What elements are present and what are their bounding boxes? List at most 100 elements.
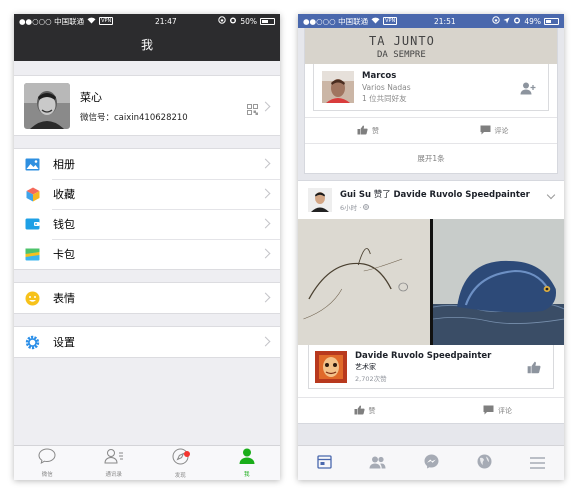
tab-news-feed[interactable] xyxy=(298,446,351,480)
chevron-right-icon xyxy=(260,218,271,229)
comment-button[interactable]: 评论 xyxy=(431,125,557,137)
feed-post: Gui Su 赞了 Davide Ruvolo Speedpainter 6小时… xyxy=(298,180,564,424)
globe-notifications-icon xyxy=(477,454,492,473)
favorites-cube-icon xyxy=(25,187,40,202)
post-target[interactable]: Davide Ruvolo Speedpainter xyxy=(394,190,530,200)
menu-item-label: 卡包 xyxy=(53,248,75,261)
tab-notifications[interactable] xyxy=(458,446,511,480)
settings-gear-icon xyxy=(25,335,40,350)
menu-item-album[interactable]: 相册 xyxy=(14,149,280,179)
whale-painting-image[interactable] xyxy=(432,219,564,345)
friend-suggestion-card: TA JUNTO DA SEMPRE Marcos Varios Nadas 1… xyxy=(304,28,558,174)
status-bar: ●●○○○ 中国联通 VPN 21:47 50% xyxy=(14,14,280,28)
like-label: 赞 xyxy=(368,406,376,415)
tab-friends[interactable] xyxy=(351,446,404,480)
battery-icon xyxy=(260,17,275,25)
facebook-screen: ●●○○○ 中国联通 VPN 21:51 49% TA JUNTO DA SEM… xyxy=(298,14,564,480)
add-friend-icon[interactable] xyxy=(520,80,536,95)
sketch-image[interactable] xyxy=(298,219,430,345)
me-person-icon xyxy=(239,448,255,468)
rotation-lock-icon xyxy=(218,16,227,26)
comment-icon xyxy=(483,405,494,417)
profile-row[interactable]: 菜心 微信号：caixin410628210 xyxy=(14,75,280,136)
avatar xyxy=(24,82,70,129)
chevron-right-icon xyxy=(260,248,271,259)
vpn-badge: VPN xyxy=(383,17,398,25)
wifi-icon xyxy=(371,17,380,26)
carrier: ●●○○○ 中国联通 xyxy=(303,16,369,26)
sticker-smile-icon xyxy=(25,291,40,306)
menu-item-label: 设置 xyxy=(53,336,75,349)
action-bar: 赞 评论 xyxy=(305,117,557,143)
news-feed-icon xyxy=(317,454,332,473)
friend-subtitle: Varios Nadas xyxy=(362,82,411,92)
friend-row[interactable]: Marcos Varios Nadas 1 位共同好友 xyxy=(314,64,548,110)
chevron-right-icon xyxy=(260,188,271,199)
tab-wechat[interactable]: 微信 xyxy=(14,446,81,480)
tab-label: 微信 xyxy=(41,472,53,478)
shared-photo-top[interactable]: TA JUNTO DA SEMPRE xyxy=(305,28,557,64)
menu-item-favorites[interactable]: 收藏 xyxy=(14,179,280,209)
menu-item-wallet[interactable]: 钱包 xyxy=(14,209,280,239)
friend-name[interactable]: Marcos xyxy=(362,71,411,81)
tab-label: 发现 xyxy=(174,472,186,479)
like-label: 赞 xyxy=(372,126,379,135)
chevron-right-icon xyxy=(260,101,271,112)
qr-code-icon[interactable] xyxy=(247,100,258,115)
thumbs-up-icon xyxy=(354,405,365,417)
location-icon xyxy=(503,17,510,26)
avatar xyxy=(322,71,354,103)
page-card[interactable]: Davide Ruvolo Speedpainter 艺术家 2,702次赞 xyxy=(308,345,554,389)
tab-label: 我 xyxy=(243,472,250,478)
chevron-right-icon xyxy=(260,158,271,169)
photo-album-icon xyxy=(25,157,40,172)
wechat-id: 微信号：caixin410628210 xyxy=(80,112,188,123)
like-page-icon[interactable] xyxy=(527,359,541,378)
like-button[interactable]: 赞 xyxy=(305,125,431,137)
menu-item-label: 表情 xyxy=(53,292,75,305)
thumbs-up-icon xyxy=(357,125,368,137)
tab-menu[interactable] xyxy=(511,446,564,480)
post-time: 6小时 · xyxy=(340,204,364,212)
mutual-friends: 1 位共同好友 xyxy=(362,93,407,103)
avatar[interactable] xyxy=(308,188,332,212)
comment-button[interactable]: 评论 xyxy=(431,405,564,417)
chevron-down-icon[interactable] xyxy=(546,190,556,200)
menu-item-settings[interactable]: 设置 xyxy=(14,327,280,357)
like-button[interactable]: 赞 xyxy=(298,405,431,417)
comment-label: 评论 xyxy=(494,126,509,135)
expand-more-button[interactable]: 展开1条 xyxy=(305,143,557,173)
comment-icon xyxy=(480,125,491,137)
menu-item-stickers[interactable]: 表情 xyxy=(14,283,280,313)
battery-icon xyxy=(544,17,559,25)
menu-group-1: 相册 收藏 钱包 卡包 xyxy=(14,148,280,270)
tab-contacts[interactable]: 通讯录 xyxy=(81,446,148,480)
menu-item-card-pack[interactable]: 卡包 xyxy=(14,239,280,269)
alarm-icon xyxy=(229,16,237,26)
profile-name: 菜心 xyxy=(80,90,102,104)
page-name[interactable]: Davide Ruvolo Speedpainter xyxy=(355,351,491,361)
post-actor[interactable]: Gui Su xyxy=(340,190,371,200)
tab-discover[interactable]: 发现 xyxy=(147,446,214,480)
menu-group-3: 设置 xyxy=(14,326,280,358)
messenger-icon xyxy=(424,454,439,473)
chevron-right-icon xyxy=(260,292,271,303)
tab-me[interactable]: 我 xyxy=(214,446,281,480)
globe-icon xyxy=(363,204,370,212)
wechat-screen: ●●○○○ 中国联通 VPN 21:47 50% 我 菜心 微信号：caixin… xyxy=(14,14,280,480)
post-images[interactable] xyxy=(298,219,564,345)
tab-label: 通讯录 xyxy=(105,472,122,478)
page-category: 艺术家 xyxy=(355,362,376,371)
post-title: Gui Su 赞了 Davide Ruvolo Speedpainter xyxy=(340,188,530,200)
battery-percent: 49% xyxy=(524,16,541,26)
tab-messenger[interactable] xyxy=(404,446,457,480)
action-bar: 赞 评论 xyxy=(298,397,564,423)
page-likes: 2,702次赞 xyxy=(355,374,387,383)
post-verb: 赞了 xyxy=(373,190,391,200)
bottom-tab-bar xyxy=(298,445,564,480)
menu-item-label: 相册 xyxy=(53,158,75,171)
carrier: ●●○○○ 中国联通 xyxy=(19,16,85,26)
chat-bubble-icon xyxy=(38,448,56,468)
card-pack-icon xyxy=(25,247,40,262)
page-title: 我 xyxy=(14,28,280,61)
